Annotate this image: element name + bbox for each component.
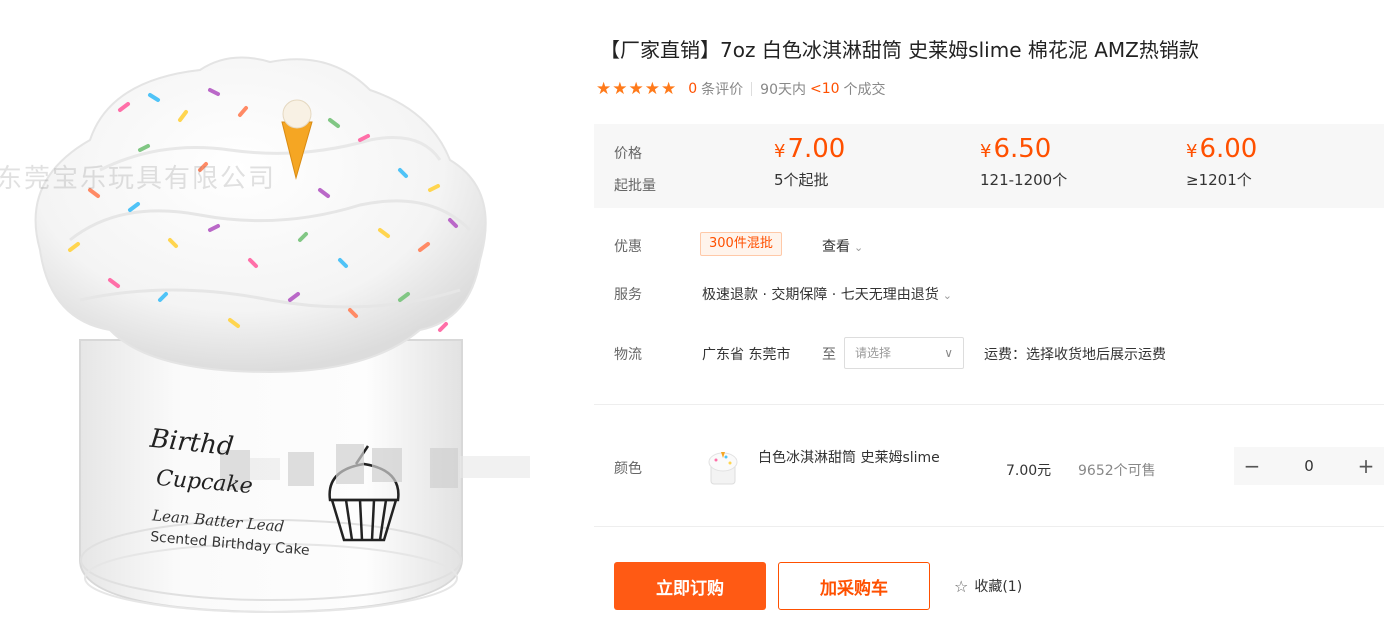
deals-count: <10 [810,81,840,97]
chevron-down-icon: ∨ [944,346,953,360]
product-info-panel: 【厂家直销】7oz 白色冰淇淋甜筒 史莱姆slime 棉花泥 AMZ热销款 ★ … [594,0,1384,624]
reviews-label[interactable]: 条评价 [701,79,743,99]
section-divider [594,526,1384,527]
promo-view-label: 查看 [822,239,850,255]
color-option-price: 7.00元 [1006,463,1052,479]
ship-to-label: 至 [822,347,836,363]
promo-label: 优惠 [614,239,642,255]
star-icon: ★ [628,78,644,99]
color-option-name: 白色冰淇淋甜筒 史莱姆slime [758,450,940,466]
star-icon: ★ [612,78,628,99]
shipping-fee-note: 运费：选择收货地后展示运费 [984,347,1166,363]
product-main-image[interactable]: 东莞宝乐玩具有限公司 Birthd Cupcake Lean Batter Le… [0,0,590,624]
favorite-label: 收藏(1) [974,579,1023,595]
promo-tag: 300件混批 [700,232,782,256]
color-thumbnail[interactable] [706,448,740,486]
star-icon: ★ [661,78,677,99]
tier-price: 6.00 [1199,134,1258,164]
section-divider [594,404,1384,405]
price-tier-3: ¥6.00 ≥1201个 [1186,134,1257,190]
currency-symbol: ¥ [1186,141,1198,162]
deals-suffix: 个成交 [843,82,886,98]
add-to-cart-button[interactable]: 加采购车 [778,562,930,610]
chevron-down-icon: ⌄ [854,241,864,254]
price-tiers: 价格 起批量 ¥7.00 5个起批 ¥6.50 121-1200个 ¥6.00 … [594,124,1384,208]
tier-quantity: ≥1201个 [1186,171,1252,189]
promo-view-link[interactable]: 查看 ⌄ [822,236,863,256]
jar-thumbnail-icon [708,452,738,485]
tier-price: 7.00 [787,134,846,164]
service-label: 服务 [614,287,642,303]
price-tier-2: ¥6.50 121-1200个 [980,134,1067,190]
rating-row: ★ ★ ★ ★ ★ 0 条评价 90天内 <10 个成交 [596,78,886,100]
divider [751,82,753,96]
buy-now-button[interactable]: 立即订购 [614,562,766,610]
color-option-stock: 9652个可售 [1078,463,1156,479]
service-guarantees[interactable]: 极速退款 · 交期保障 · 七天无理由退货 ⌄ [702,284,952,304]
destination-select[interactable]: 请选择 ∨ [844,337,964,369]
price-label: 价格 [614,146,642,162]
currency-symbol: ¥ [774,141,786,162]
currency-symbol: ¥ [980,141,992,162]
product-title: 【厂家直销】7oz 白色冰淇淋甜筒 史莱姆slime 棉花泥 AMZ热销款 [600,38,1199,62]
price-tier-1: ¥7.00 5个起批 [774,134,845,190]
tier-quantity: 121-1200个 [980,171,1068,189]
chevron-down-icon: ⌄ [942,289,952,302]
star-rating: ★ ★ ★ ★ ★ [596,78,677,99]
reviews-count[interactable]: 0 [688,81,697,97]
deals-prefix: 90天内 [760,82,806,98]
color-label: 颜色 [614,461,642,477]
star-outline-icon: ☆ [954,576,969,596]
decrement-button[interactable]: − [1234,447,1270,485]
quantity-stepper: − 0 + [1234,447,1384,485]
image-watermark: 东莞宝乐玩具有限公司 [0,164,277,194]
increment-button[interactable]: + [1348,447,1384,485]
star-icon: ★ [596,78,612,99]
ship-origin: 广东省 东莞市 [702,347,791,363]
star-icon: ★ [644,78,660,99]
destination-placeholder: 请选择 [855,346,892,360]
logistics-label: 物流 [614,347,642,363]
favorite-button[interactable]: ☆ 收藏(1) [954,576,1022,596]
slime-jar-illustration [34,56,530,614]
quantity-input[interactable]: 0 [1270,457,1348,475]
tier-price: 6.50 [993,134,1052,164]
service-text: 极速退款 · 交期保障 · 七天无理由退货 [702,287,939,303]
tier-quantity: 5个起批 [774,171,829,189]
moq-label: 起批量 [614,178,656,194]
